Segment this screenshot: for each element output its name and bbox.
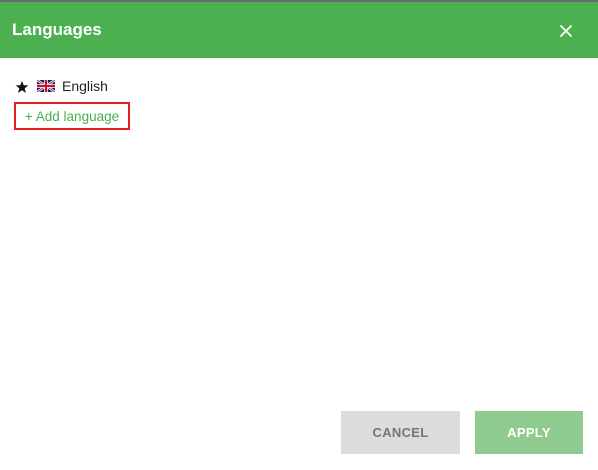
close-button[interactable] [554, 19, 578, 43]
dialog-title: Languages [12, 20, 102, 39]
close-icon [560, 25, 572, 37]
language-name: English [62, 78, 108, 94]
add-language-label: + Add language [24, 108, 120, 124]
language-item-english[interactable]: English [15, 76, 108, 96]
cancel-button[interactable]: CANCEL [341, 411, 460, 454]
dialog-header: Languages [0, 2, 598, 58]
uk-flag-icon [37, 80, 55, 92]
languages-dialog: Languages English + Add language CANCEL … [0, 2, 598, 470]
add-language-link[interactable]: + Add language [14, 102, 130, 130]
apply-button[interactable]: APPLY [475, 411, 583, 454]
star-icon [15, 80, 29, 93]
